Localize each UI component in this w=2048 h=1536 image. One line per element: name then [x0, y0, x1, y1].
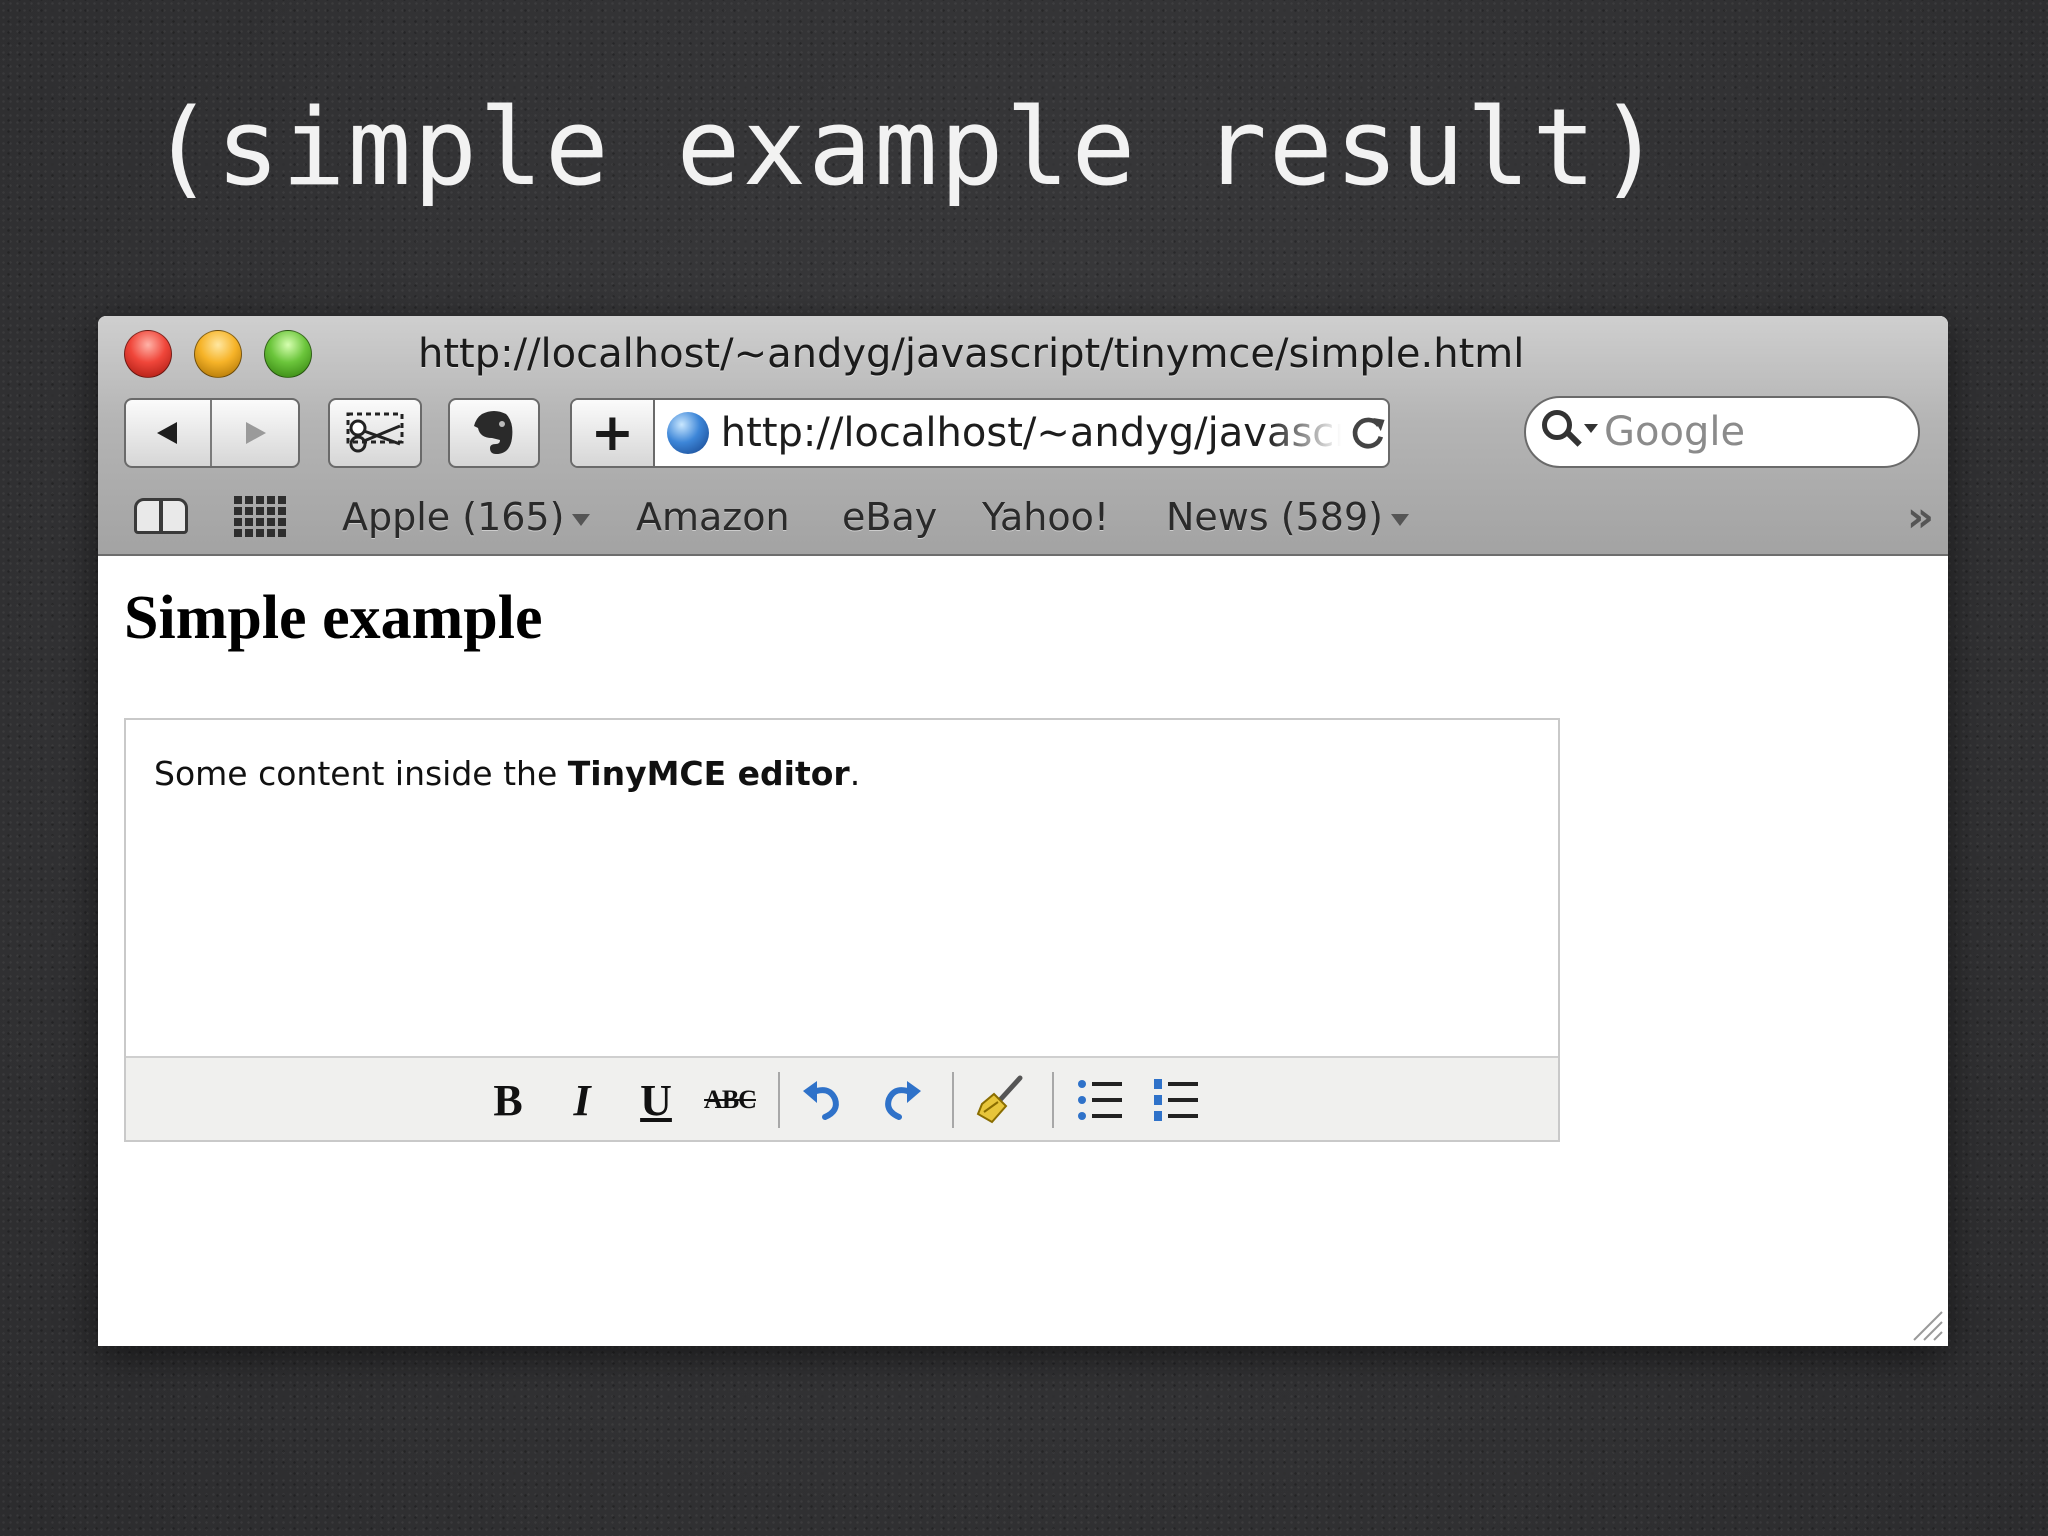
numbered-list-icon [1154, 1079, 1198, 1121]
redo-button[interactable] [874, 1072, 930, 1128]
bookmarks-bar: Apple (165) Amazon eBay Yahoo! News (589… [98, 484, 1948, 550]
back-arrow-icon [157, 422, 177, 444]
search-placeholder: Google [1604, 409, 1746, 455]
resize-grip-icon[interactable] [1908, 1306, 1944, 1342]
forward-button[interactable] [212, 400, 298, 466]
toolbar-separator [1052, 1072, 1054, 1128]
evernote-button[interactable] [448, 398, 540, 468]
bullet-list-button[interactable] [1072, 1072, 1128, 1128]
chevron-down-icon [1390, 513, 1409, 526]
redo-icon [885, 1081, 921, 1120]
globe-icon [666, 412, 709, 454]
bookmark-ebay[interactable]: eBay [842, 494, 937, 540]
editor-content-area[interactable]: Some content inside the TinyMCE editor. [154, 754, 860, 793]
address-input[interactable]: http://localhost/~andyg/javascript/tinym… [721, 410, 1341, 456]
forward-arrow-icon [246, 422, 266, 444]
chevron-down-icon [572, 513, 591, 526]
undo-button[interactable] [794, 1072, 850, 1128]
elephant-icon [474, 411, 513, 454]
bookmarks-book-icon[interactable] [134, 498, 192, 536]
bookmark-yahoo[interactable]: Yahoo! [982, 494, 1109, 540]
bookmarks-overflow-icon[interactable]: » [1907, 492, 1934, 541]
zoom-window-button[interactable] [264, 330, 312, 378]
editor-bold-text: TinyMCE editor [567, 754, 850, 793]
undo-icon [803, 1081, 839, 1120]
back-button[interactable] [126, 400, 212, 466]
window-title: http://localhost/~andyg/javascript/tinym… [418, 331, 1525, 377]
top-sites-grid-icon[interactable] [234, 496, 288, 542]
bookmark-news[interactable]: News (589) [1166, 494, 1409, 540]
slide-title: (simple example result) [150, 86, 1664, 209]
address-bar[interactable]: + http://localhost/~andyg/javascript/tin… [570, 398, 1390, 468]
underline-button[interactable]: U [628, 1072, 684, 1128]
editor-toolbar: B I U ABC [126, 1056, 1558, 1140]
web-clip-button[interactable] [328, 398, 422, 468]
reload-icon[interactable] [1347, 411, 1388, 455]
tinymce-editor: Some content inside the TinyMCE editor. … [124, 718, 1560, 1142]
bookmark-amazon[interactable]: Amazon [636, 494, 790, 540]
strikethrough-button[interactable]: ABC [702, 1072, 758, 1128]
numbered-list-button[interactable] [1148, 1072, 1204, 1128]
magnifier-icon [1542, 410, 1598, 454]
bold-button[interactable]: B [480, 1072, 536, 1128]
toolbar-separator [778, 1072, 780, 1128]
search-field[interactable]: Google [1524, 396, 1920, 468]
italic-button[interactable]: I [554, 1072, 610, 1128]
page-heading: Simple example [124, 584, 543, 652]
broom-icon [976, 1075, 1023, 1124]
add-bookmark-button[interactable]: + [572, 400, 655, 466]
toolbar-separator [952, 1072, 954, 1128]
browser-window: http://localhost/~andyg/javascript/tinym… [98, 316, 1948, 1346]
cleanup-button[interactable] [972, 1072, 1028, 1128]
close-window-button[interactable] [124, 330, 172, 378]
browser-chrome: http://localhost/~andyg/javascript/tinym… [98, 316, 1948, 556]
bookmark-apple[interactable]: Apple (165) [342, 494, 591, 540]
scissors-clip-icon [346, 412, 404, 453]
nav-button-group [124, 398, 300, 468]
bullet-list-icon [1078, 1080, 1122, 1120]
minimize-window-button[interactable] [194, 330, 242, 378]
